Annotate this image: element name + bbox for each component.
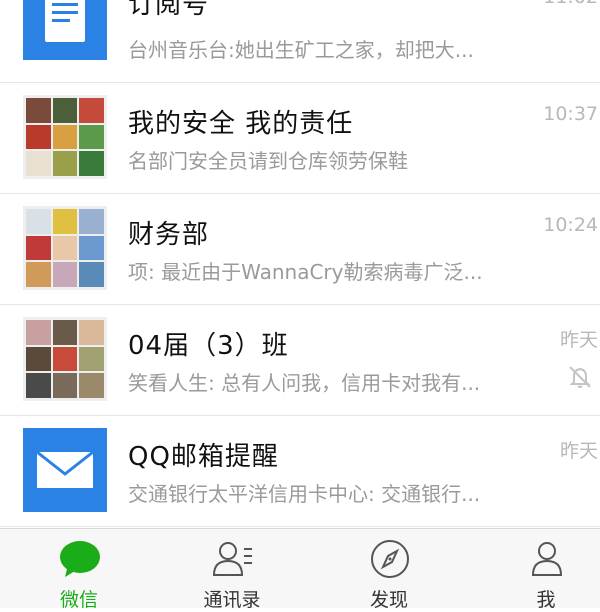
chat-row-class[interactable]: 04届（3）班 笑看人生: 总有人问我，信用卡对我有... 昨天 [0, 305, 600, 416]
subscriptions-avatar [23, 0, 107, 60]
tab-chats[interactable]: 微信 [19, 529, 139, 611]
document-icon [45, 0, 85, 42]
chat-preview: 项: 最近由于WannaCry勒索病毒广泛... [128, 260, 483, 284]
person-icon [531, 542, 563, 576]
contacts-icon [212, 542, 252, 576]
chat-time: 昨天 [559, 440, 598, 462]
chat-row-qqmail[interactable]: QQ邮箱提醒 交通银行太平洋信用卡中心: 交通银行... 昨天 [0, 416, 600, 527]
chat-preview: 名部门安全员请到仓库领劳保鞋 [128, 149, 408, 173]
group-avatar [23, 206, 107, 290]
qqmail-avatar [23, 428, 107, 512]
chat-row-finance[interactable]: 财务部 项: 最近由于WannaCry勒索病毒广泛... 10:24 [0, 194, 600, 305]
chat-preview: 笑看人生: 总有人问我，信用卡对我有... [128, 371, 481, 395]
chat-preview: 台州音乐台:她出生矿工之家，却把大... [128, 38, 474, 62]
bottom-tab-bar: 微信 通讯录 发现 我 [0, 528, 600, 611]
tab-me[interactable]: 我 [486, 529, 600, 611]
tab-discover[interactable]: 发现 [329, 529, 449, 611]
chat-row-safety[interactable]: 我的安全 我的责任 名部门安全员请到仓库领劳保鞋 10:37 [0, 83, 600, 194]
compass-icon [371, 540, 409, 578]
mute-icon [569, 366, 591, 388]
chat-title: 订阅号 [128, 0, 210, 20]
chat-title: 04届（3）班 [128, 331, 289, 361]
chat-time: 昨天 [559, 329, 598, 351]
mail-icon [36, 450, 94, 488]
chat-title: QQ邮箱提醒 [128, 442, 279, 472]
chat-bubble-icon [60, 541, 100, 577]
group-avatar [23, 95, 107, 179]
group-avatar [23, 317, 107, 401]
chat-time: 10:37 [543, 103, 598, 125]
chat-title: 我的安全 我的责任 [128, 109, 354, 139]
chat-title: 财务部 [128, 220, 210, 250]
chat-preview: 交通银行太平洋信用卡中心: 交通银行... [128, 482, 481, 506]
chat-time: 10:24 [543, 214, 598, 236]
chat-time: 11:02 [543, 0, 598, 8]
chat-row-subscriptions[interactable]: 订阅号 台州音乐台:她出生矿工之家，却把大... 11:02 [0, 0, 600, 83]
chat-list: 订阅号 台州音乐台:她出生矿工之家，却把大... 11:02 我的安全 我的责任… [0, 0, 600, 528]
tab-contacts[interactable]: 通讯录 [172, 529, 292, 611]
